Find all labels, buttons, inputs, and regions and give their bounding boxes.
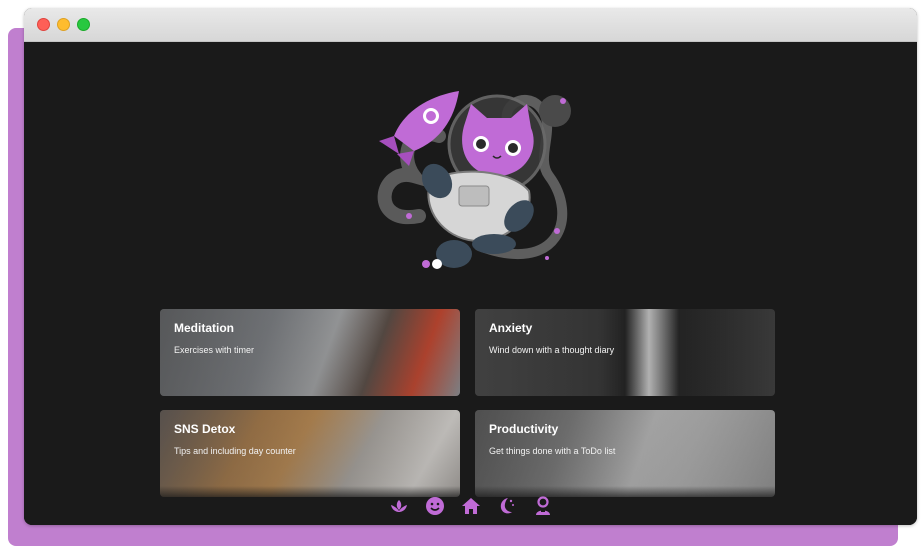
card-meditation[interactable]: Meditation Exercises with timer: [160, 309, 460, 396]
app-window: Meditation Exercises with timer Anxiety …: [24, 8, 917, 525]
card-subtitle: Tips and including day counter: [174, 446, 296, 456]
card-title: Meditation: [174, 321, 234, 335]
smiley-icon: [425, 497, 444, 515]
nav-sleep[interactable]: [496, 495, 518, 517]
bottom-navigation: [24, 495, 917, 521]
home-icon: [461, 498, 480, 514]
profile-icon: [535, 496, 550, 515]
nav-profile[interactable]: [532, 495, 554, 517]
card-anxiety[interactable]: Anxiety Wind down with a thought diary: [475, 309, 775, 396]
nav-meditation[interactable]: [388, 495, 410, 517]
card-productivity[interactable]: Productivity Get things done with a ToDo…: [475, 410, 775, 497]
astronaut-cat-illustration: [377, 91, 571, 269]
lotus-icon: [390, 500, 407, 512]
card-subtitle: Exercises with timer: [174, 345, 255, 355]
card-subtitle: Get things done with a ToDo list: [489, 446, 616, 456]
card-subtitle: Wind down with a thought diary: [489, 345, 615, 355]
rocket-icon: [379, 91, 459, 166]
card-title: Anxiety: [489, 321, 533, 335]
card-title: Productivity: [489, 422, 559, 436]
nav-home[interactable]: [460, 495, 482, 517]
nav-mood[interactable]: [424, 495, 446, 517]
minimize-window-button[interactable]: [57, 18, 70, 31]
card-sns-detox[interactable]: SNS Detox Tips and including day counter: [160, 410, 460, 497]
maximize-window-button[interactable]: [77, 18, 90, 31]
title-bar: [24, 8, 917, 42]
close-window-button[interactable]: [37, 18, 50, 31]
moon-icon: [500, 498, 514, 514]
card-title: SNS Detox: [174, 422, 236, 436]
